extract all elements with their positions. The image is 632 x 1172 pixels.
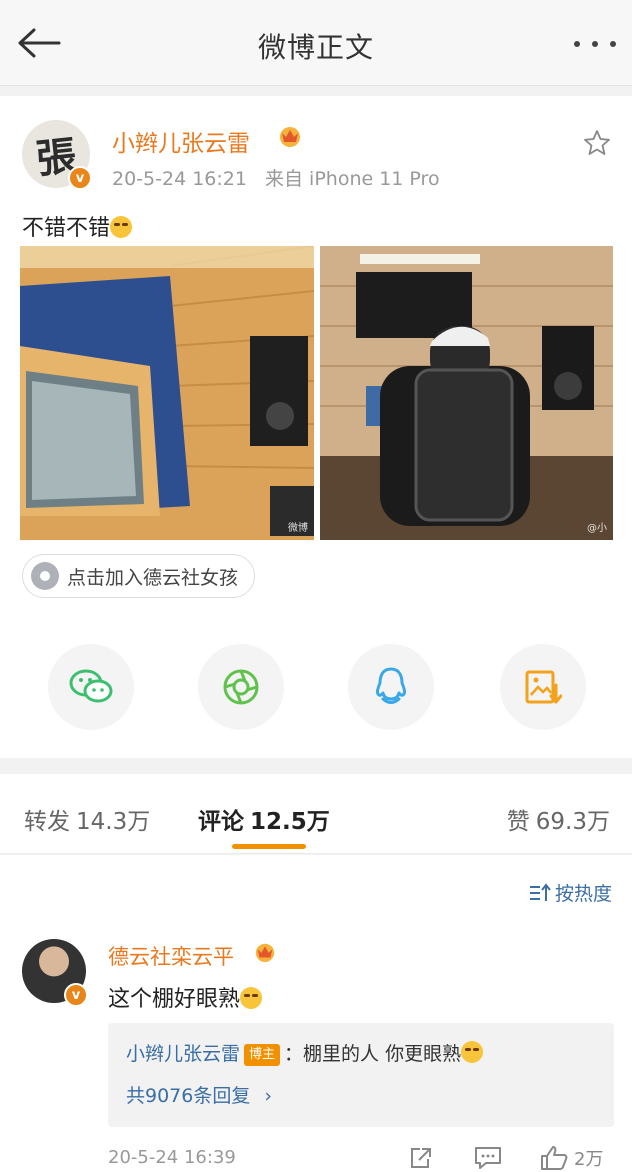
chevron-right-icon: › bbox=[264, 1085, 273, 1107]
reply-text: ：棚里的人 你更眼熟 bbox=[284, 1043, 462, 1065]
post-photo-1[interactable]: 微博 bbox=[20, 246, 314, 540]
sort-label: 按热度 bbox=[554, 883, 612, 905]
crown-vip-icon bbox=[255, 943, 275, 963]
comment-share-button[interactable] bbox=[408, 1145, 434, 1171]
author-name[interactable]: 小辫儿张云雷 bbox=[112, 124, 250, 158]
post-card: 張 v 小辫儿张云雷 20-5-24 16:21 来自 iPhone 11 Pr… bbox=[0, 96, 632, 758]
comment-time: 20-5-24 16:39 bbox=[108, 1147, 236, 1168]
share-row bbox=[0, 644, 632, 734]
photo-watermark: 微博 bbox=[288, 523, 308, 534]
reply-author[interactable]: 小辫儿张云雷 bbox=[126, 1043, 240, 1065]
thumbs-up-icon bbox=[541, 1146, 568, 1170]
favorite-star-icon[interactable] bbox=[582, 128, 612, 158]
reply-line: 小辫儿张云雷 博主 ：棚里的人 你更眼熟 bbox=[126, 1039, 484, 1066]
comments-section: 按热度 v 德云社栾云平 这个棚好眼熟 小辫儿张云雷 博主 ：棚里的人 你更眼熟 共… bbox=[0, 855, 632, 1172]
view-all-replies-link[interactable]: 共9076条回复 › bbox=[126, 1081, 272, 1108]
photo-watermark: @小 bbox=[587, 523, 607, 534]
post-text-content: 不错不错 bbox=[22, 216, 111, 241]
tab-count: 14.3万 bbox=[76, 809, 151, 835]
share-moments-button[interactable] bbox=[198, 644, 284, 730]
comment-like-button[interactable]: 2万 bbox=[540, 1145, 603, 1171]
comment-text-content: 这个棚好眼熟 bbox=[108, 987, 241, 1012]
commenter-name[interactable]: 德云社栾云平 bbox=[108, 941, 234, 971]
comment-icon bbox=[475, 1147, 501, 1169]
tab-count: 12.5万 bbox=[250, 809, 330, 835]
qq-icon bbox=[375, 667, 407, 704]
post-meta: 20-5-24 16:21 来自 iPhone 11 Pro bbox=[112, 164, 440, 191]
studio-desk-image bbox=[320, 246, 613, 540]
wechat-icon bbox=[69, 669, 113, 703]
top-nav-bar: 微博正文 bbox=[0, 0, 632, 86]
save-image-icon bbox=[525, 670, 562, 704]
studio-booth-image bbox=[20, 246, 314, 540]
post-text: 不错不错 bbox=[22, 210, 133, 242]
like-count: 2万 bbox=[574, 1149, 604, 1170]
verified-badge-icon: v bbox=[64, 983, 88, 1007]
moments-icon bbox=[223, 669, 259, 705]
share-icon bbox=[411, 1148, 431, 1168]
active-tab-indicator bbox=[232, 844, 306, 849]
tab-comments[interactable]: 评论 12.5万 bbox=[198, 802, 330, 836]
post-photo-2[interactable]: @小 bbox=[320, 246, 613, 540]
tab-label: 转发 bbox=[24, 809, 70, 835]
tab-count: 69.3万 bbox=[535, 809, 610, 835]
share-qq-button[interactable] bbox=[348, 644, 434, 730]
tab-reposts[interactable]: 转发 14.3万 bbox=[24, 802, 150, 836]
verified-badge-icon: v bbox=[68, 166, 92, 190]
tab-label: 评论 bbox=[198, 809, 244, 835]
more-button[interactable] bbox=[570, 30, 620, 58]
op-badge: 博主 bbox=[244, 1044, 281, 1066]
tab-likes[interactable]: 赞 69.3万 bbox=[507, 802, 610, 836]
reply-count-label: 共9076条回复 bbox=[126, 1085, 251, 1107]
super-topic-icon bbox=[31, 562, 59, 590]
share-wechat-button[interactable] bbox=[48, 644, 134, 730]
page-title: 微博正文 bbox=[257, 31, 374, 64]
comment-text: 这个棚好眼熟 bbox=[108, 981, 263, 1013]
crown-vip-icon bbox=[280, 127, 300, 147]
tongue-emoji-icon bbox=[461, 1041, 484, 1063]
tongue-emoji-icon bbox=[240, 987, 263, 1009]
more-dots-icon bbox=[574, 41, 580, 47]
smirk-emoji-icon bbox=[110, 216, 133, 238]
post-source: 来自 iPhone 11 Pro bbox=[265, 168, 440, 190]
sort-icon bbox=[529, 882, 551, 901]
sort-by-hot-button[interactable]: 按热度 bbox=[529, 879, 612, 906]
post-tabs: 转发 14.3万 评论 12.5万 赞 69.3万 bbox=[0, 774, 632, 854]
topic-label: 点击加入德云社女孩 bbox=[67, 566, 239, 589]
tab-label: 赞 bbox=[506, 809, 530, 835]
save-image-button[interactable] bbox=[500, 644, 586, 730]
comment-reply-button[interactable] bbox=[474, 1145, 502, 1171]
reply-preview[interactable]: 小辫儿张云雷 博主 ：棚里的人 你更眼熟 共9076条回复 › bbox=[108, 1023, 614, 1127]
post-time: 20-5-24 16:21 bbox=[112, 168, 247, 190]
topic-tag[interactable]: 点击加入德云社女孩 bbox=[22, 554, 256, 598]
